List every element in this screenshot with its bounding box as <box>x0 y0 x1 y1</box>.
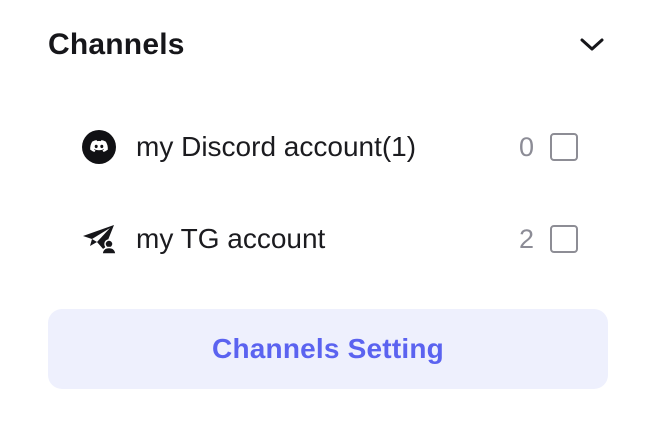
channel-label: my TG account <box>136 223 326 254</box>
channels-header[interactable]: Channels <box>48 24 608 66</box>
channel-count: 0 <box>518 131 534 162</box>
channel-row-telegram[interactable]: my TG account 2 <box>82 215 578 263</box>
channel-checkbox[interactable] <box>550 225 578 253</box>
channel-checkbox[interactable] <box>550 133 578 161</box>
channels-title: Channels <box>48 28 185 61</box>
channels-setting-button[interactable]: Channels Setting <box>48 309 608 389</box>
channel-row-discord[interactable]: my Discord account(1) 0 <box>82 123 578 171</box>
channel-label: my Discord account(1) <box>136 131 417 162</box>
channels-panel: Channels my Discord account(1) 0 my TG a… <box>0 0 654 422</box>
discord-icon <box>82 129 118 165</box>
channel-count: 2 <box>518 223 534 254</box>
chevron-down-icon[interactable] <box>576 29 608 61</box>
telegram-icon <box>82 221 118 257</box>
